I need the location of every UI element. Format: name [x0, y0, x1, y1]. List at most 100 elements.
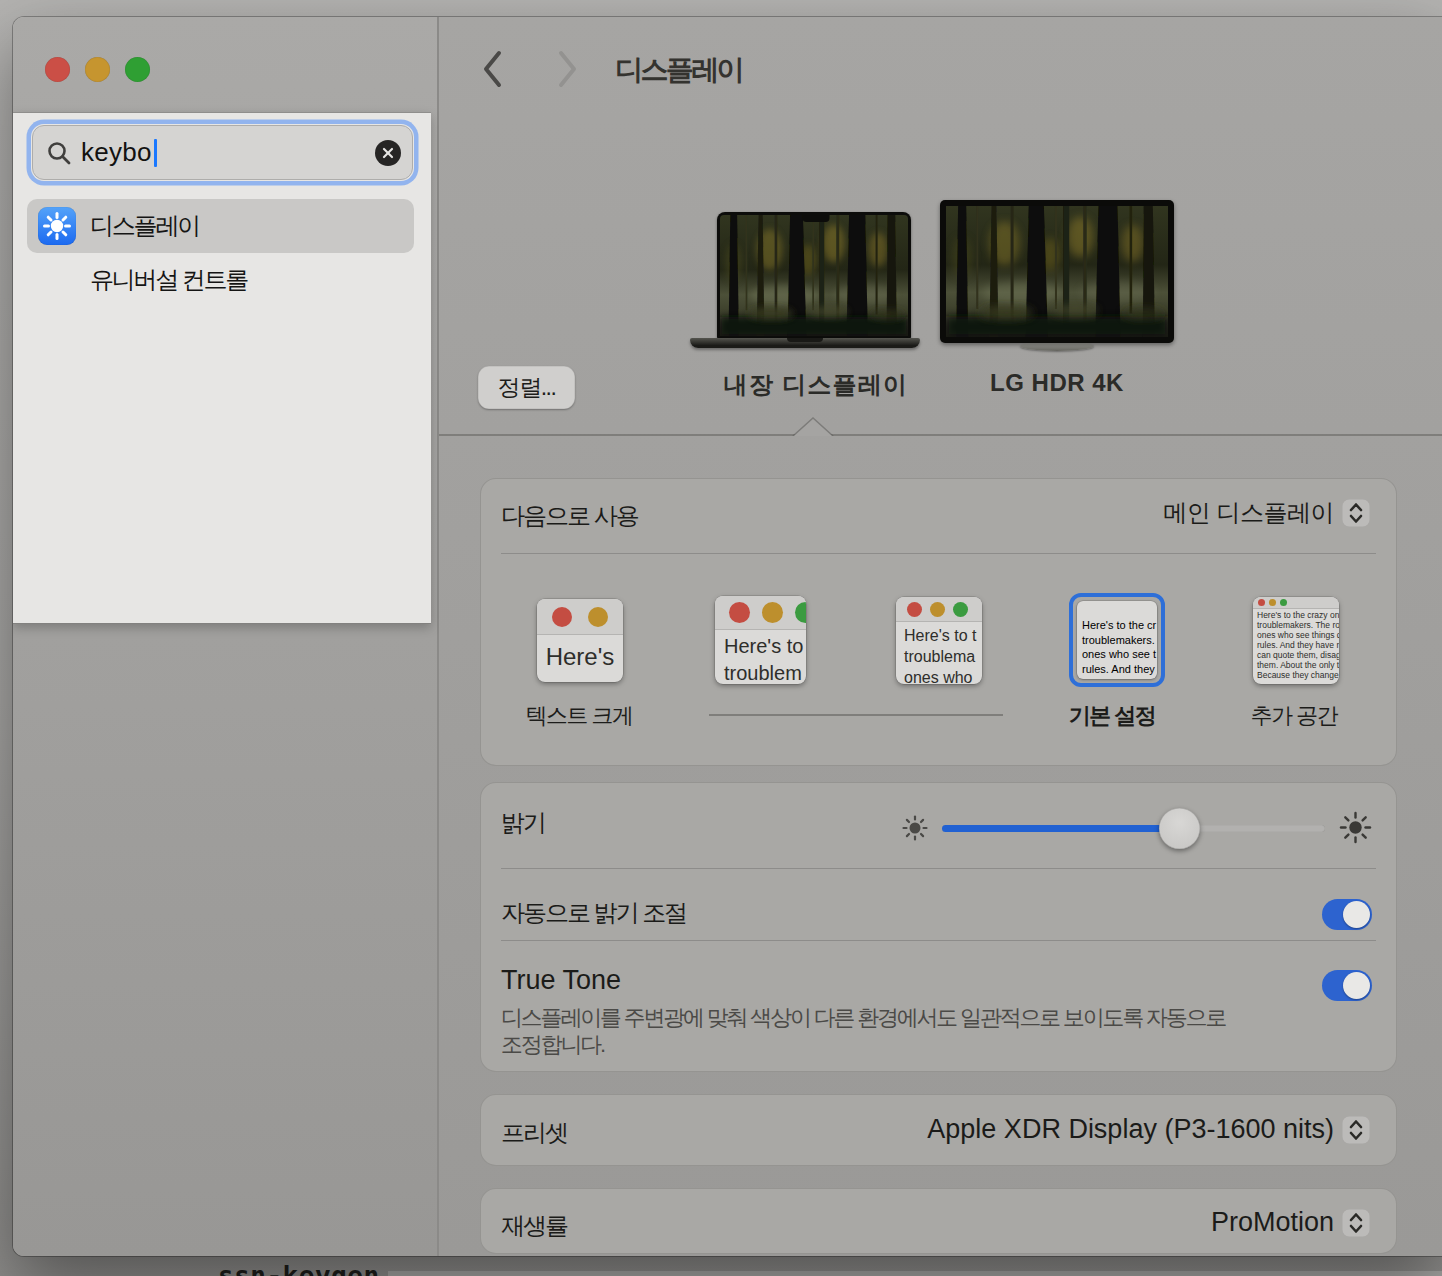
true-tone-toggle[interactable] — [1322, 970, 1372, 1001]
laptop-notch — [803, 215, 830, 222]
minimize-window-button[interactable] — [85, 57, 110, 82]
mini-green-dot-icon — [795, 602, 806, 623]
mini-text: troublemakers. The rou — [1257, 620, 1339, 630]
mini-window-titlebar — [537, 599, 623, 635]
text-size-option-3[interactable]: Here's to t troublema ones who — [896, 597, 982, 684]
mini-text: troublema — [904, 646, 982, 667]
refresh-rate-dropdown[interactable]: ProMotion — [1211, 1207, 1370, 1238]
refresh-rate-section: 재생률 ProMotion — [480, 1188, 1397, 1254]
clear-search-button[interactable] — [375, 140, 401, 166]
search-result-universal-control[interactable]: 유니버설 컨트롤 — [27, 253, 414, 307]
close-icon — [382, 147, 394, 159]
search-result-display[interactable]: 디스플레이 — [27, 199, 414, 253]
mini-window-titlebar — [1253, 597, 1339, 609]
mini-window-titlebar — [896, 597, 982, 622]
sidebar: keybo — [13, 17, 437, 1256]
mini-text: rules. And they — [1082, 662, 1157, 677]
search-input-value: keybo — [81, 137, 152, 168]
mini-text: troublem — [724, 660, 806, 684]
wallpaper-forest — [946, 206, 1168, 337]
mini-text: rules. And they have no — [1257, 640, 1339, 650]
wallpaper-forest — [720, 215, 908, 336]
auto-brightness-label: 자동으로 밝기 조절 — [501, 897, 686, 929]
stepper-icon — [1342, 1209, 1370, 1237]
window-controls — [45, 57, 150, 82]
brightness-slider-fill — [942, 825, 1179, 832]
brightness-slider-knob[interactable] — [1159, 808, 1200, 849]
mini-red-dot-icon — [552, 607, 572, 627]
background-terminal-text: ssn-keygen — [218, 1261, 380, 1276]
preset-value: Apple XDR Display (P3-1600 nits) — [927, 1114, 1334, 1145]
use-as-value: 메인 디스플레이 — [1163, 497, 1334, 529]
mini-text: Here's to the crazy one — [1257, 610, 1339, 620]
search-result-label: 유니버설 컨트롤 — [90, 264, 247, 296]
row-divider — [501, 940, 1376, 941]
mini-text: ones who — [904, 667, 982, 684]
text-size-label-default: 기본 설정 — [1037, 701, 1187, 731]
brightness-dim-icon — [901, 814, 929, 842]
mini-text: Because they change t — [1257, 670, 1339, 680]
row-divider — [501, 553, 1376, 554]
mini-text: Here's to t — [904, 625, 982, 646]
main-content: 디스플레이 내장 디스플레이 LG H — [439, 17, 1442, 1256]
laptop-base — [690, 338, 920, 348]
search-icon — [46, 140, 72, 166]
use-as-dropdown[interactable]: 메인 디스플레이 — [1163, 497, 1370, 529]
text-size-option-larger-text[interactable]: Here's — [537, 599, 623, 682]
mini-red-dot-icon — [1258, 599, 1265, 606]
close-window-button[interactable] — [45, 57, 70, 82]
mini-text: Here's to the cr — [1082, 618, 1157, 633]
use-as-label: 다음으로 사용 — [501, 500, 638, 532]
display-settings-icon — [38, 207, 76, 245]
text-size-option-default-selected[interactable]: Here's to the cr troublemakers. ones who… — [1069, 593, 1165, 687]
page-title: 디스플레이 — [615, 51, 742, 89]
mini-text: troublemakers. — [1082, 633, 1157, 648]
preset-section: 프리셋 Apple XDR Display (P3-1600 nits) — [480, 1094, 1397, 1166]
row-divider — [501, 868, 1376, 869]
preset-dropdown[interactable]: Apple XDR Display (P3-1600 nits) — [927, 1114, 1370, 1145]
text-size-option-more-space[interactable]: Here's to the crazy one troublemakers. T… — [1253, 597, 1339, 684]
mini-text: can quote them, disagr — [1257, 650, 1339, 660]
preset-label: 프리셋 — [501, 1117, 567, 1149]
toggle-knob — [1343, 972, 1370, 999]
external-display-name: LG HDR 4K — [940, 369, 1174, 397]
search-input[interactable]: keybo — [32, 125, 413, 180]
brightness-full-icon — [1339, 811, 1372, 844]
text-size-connector-line — [709, 714, 1003, 716]
builtin-display-thumbnail[interactable] — [704, 212, 928, 349]
back-button[interactable] — [478, 49, 506, 89]
mini-yellow-dot-icon — [1269, 599, 1276, 606]
mini-text: Here's to — [724, 633, 806, 660]
mini-green-dot-icon — [1280, 599, 1287, 606]
mini-green-dot-icon — [953, 602, 968, 617]
use-as-section: 다음으로 사용 메인 디스플레이 — [480, 478, 1397, 766]
chevron-right-icon — [557, 50, 579, 88]
system-settings-window: keybo — [13, 17, 1442, 1256]
mini-red-dot-icon — [907, 602, 922, 617]
mini-window-titlebar — [715, 596, 806, 630]
text-size-option-2[interactable]: Here's to troublem — [715, 596, 806, 684]
refresh-rate-label: 재생률 — [501, 1210, 567, 1242]
external-display-thumbnail[interactable] — [940, 200, 1174, 367]
mini-text: them. About the only th — [1257, 660, 1339, 670]
forward-button[interactable] — [554, 49, 582, 89]
arrange-button[interactable]: 정렬... — [478, 366, 575, 409]
true-tone-description-line1: 디스플레이를 주변광에 맞춰 색상이 다른 환경에서도 일관적으로 보이도록 자… — [501, 1004, 1225, 1031]
picker-divider — [439, 434, 1442, 436]
true-tone-description-line2: 조정합니다. — [501, 1031, 604, 1058]
mini-red-dot-icon — [729, 602, 750, 623]
auto-brightness-toggle[interactable] — [1322, 899, 1372, 930]
brightness-label: 밝기 — [501, 807, 545, 839]
mini-text: Here's — [537, 643, 623, 671]
stepper-icon — [1342, 499, 1370, 527]
zoom-window-button[interactable] — [125, 57, 150, 82]
brightness-section: 밝기 — [480, 782, 1397, 1072]
brightness-slider[interactable] — [942, 825, 1325, 832]
mini-yellow-dot-icon — [588, 607, 608, 627]
mini-text: ones who see things dif — [1257, 630, 1339, 640]
true-tone-label: True Tone — [501, 965, 621, 996]
selected-display-caret — [792, 417, 834, 436]
mini-window-titlebar — [1077, 601, 1157, 616]
search-results-panel: keybo — [13, 112, 431, 624]
refresh-rate-value: ProMotion — [1211, 1207, 1334, 1238]
